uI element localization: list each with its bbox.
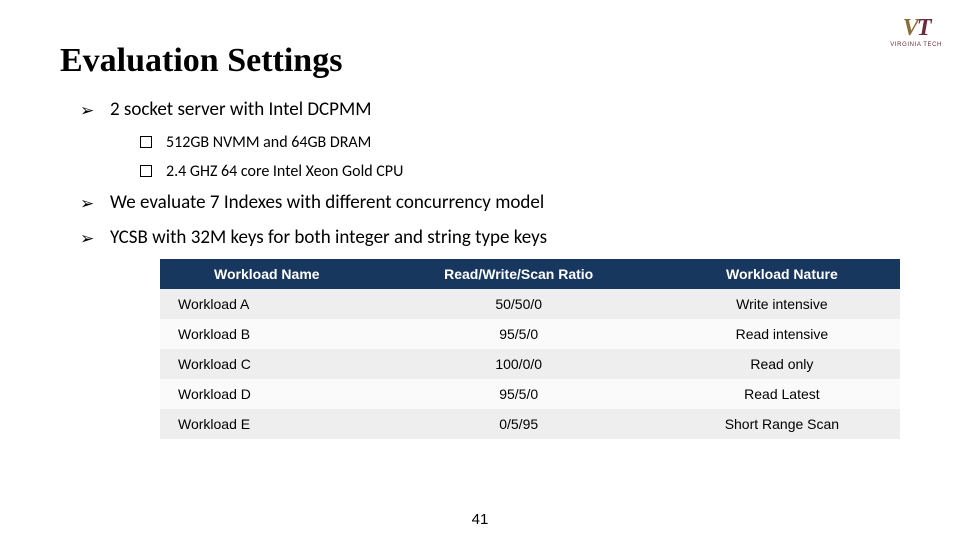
bullet-1: ➢ 2 socket server with Intel DCPMM <box>80 98 900 121</box>
vt-logo-sub: VIRGINIA TECH <box>890 42 942 48</box>
cell-nature: Read Latest <box>664 379 900 409</box>
sub-bullet-1-text: 512GB NVMM and 64GB DRAM <box>166 133 371 152</box>
bullet-1-text: 2 socket server with Intel DCPMM <box>110 98 371 121</box>
table-row: Workload B 95/5/0 Read intensive <box>160 319 900 349</box>
cell-name: Workload C <box>160 349 374 379</box>
bullet-3: ➢ YCSB with 32M keys for both integer an… <box>80 226 900 249</box>
cell-name: Workload A <box>160 289 374 319</box>
sub-bullet-2: 2.4 GHZ 64 core Intel Xeon Gold CPU <box>140 162 900 181</box>
arrow-icon: ➢ <box>80 193 100 214</box>
bullet-list-2: ➢ We evaluate 7 Indexes with different c… <box>80 191 900 249</box>
col-header-ratio: Read/Write/Scan Ratio <box>374 259 664 289</box>
page-title: Evaluation Settings <box>60 42 900 80</box>
cell-ratio: 100/0/0 <box>374 349 664 379</box>
page-number: 41 <box>0 511 960 528</box>
table-row: Workload C 100/0/0 Read only <box>160 349 900 379</box>
bullet-2: ➢ We evaluate 7 Indexes with different c… <box>80 191 900 214</box>
cell-nature: Write intensive <box>664 289 900 319</box>
col-header-nature: Workload Nature <box>664 259 900 289</box>
cell-ratio: 50/50/0 <box>374 289 664 319</box>
sub-bullet-list: 512GB NVMM and 64GB DRAM 2.4 GHZ 64 core… <box>140 133 900 181</box>
bullet-3-text: YCSB with 32M keys for both integer and … <box>110 226 547 249</box>
vt-logo: VT VIRGINIA TECH <box>890 16 942 48</box>
checkbox-icon <box>140 165 152 177</box>
sub-bullet-1: 512GB NVMM and 64GB DRAM <box>140 133 900 152</box>
cell-ratio: 95/5/0 <box>374 319 664 349</box>
cell-nature: Short Range Scan <box>664 409 900 439</box>
cell-name: Workload B <box>160 319 374 349</box>
arrow-icon: ➢ <box>80 100 100 121</box>
cell-ratio: 0/5/95 <box>374 409 664 439</box>
table-row: Workload E 0/5/95 Short Range Scan <box>160 409 900 439</box>
cell-name: Workload D <box>160 379 374 409</box>
cell-nature: Read only <box>664 349 900 379</box>
cell-nature: Read intensive <box>664 319 900 349</box>
arrow-icon: ➢ <box>80 228 100 249</box>
slide: VT VIRGINIA TECH Evaluation Settings ➢ 2… <box>0 0 960 540</box>
table-row: Workload A 50/50/0 Write intensive <box>160 289 900 319</box>
sub-bullet-2-text: 2.4 GHZ 64 core Intel Xeon Gold CPU <box>166 162 403 181</box>
bullet-2-text: We evaluate 7 Indexes with different con… <box>110 191 544 214</box>
workload-table: Workload Name Read/Write/Scan Ratio Work… <box>160 259 900 439</box>
checkbox-icon <box>140 136 152 148</box>
cell-name: Workload E <box>160 409 374 439</box>
cell-ratio: 95/5/0 <box>374 379 664 409</box>
table-row: Workload D 95/5/0 Read Latest <box>160 379 900 409</box>
col-header-name: Workload Name <box>160 259 374 289</box>
vt-logo-mark: VT <box>903 16 930 40</box>
table-header-row: Workload Name Read/Write/Scan Ratio Work… <box>160 259 900 289</box>
bullet-list: ➢ 2 socket server with Intel DCPMM <box>80 98 900 121</box>
